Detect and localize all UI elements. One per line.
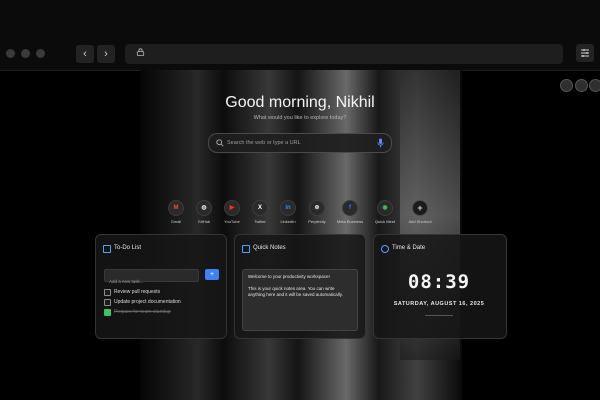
search-bar[interactable]: [208, 133, 392, 153]
meet-icon: ◉: [377, 200, 393, 216]
youtube-glyph: ▶: [229, 205, 235, 211]
shortcut-quick-meet[interactable]: ◉ Quick Meet: [368, 200, 402, 224]
time-display: 08:39: [407, 271, 471, 293]
github-glyph: ◍: [201, 205, 207, 211]
facebook-glyph: f: [349, 205, 351, 211]
search-icon: [216, 139, 224, 147]
youtube-icon: ▶: [224, 200, 240, 216]
lock-icon: [136, 48, 145, 56]
todo-item-text: Review pull requests: [114, 289, 161, 295]
notes-card: Quick Notes Welcome to your productivity…: [234, 234, 366, 339]
datetime-card: Time & Date 08:39 SATURDAY, AUGUST 16, 2…: [373, 234, 507, 339]
todo-item-text: Prepare for team standup: [114, 309, 171, 315]
shortcut-label: Quick Meet: [374, 219, 396, 224]
date-display: SATURDAY, AUGUST 16, 2025: [393, 301, 485, 307]
chevron-left-icon: ‹: [83, 48, 87, 60]
checklist-icon: [103, 245, 111, 253]
clock-icon: [381, 245, 389, 253]
gmail-glyph: M: [173, 205, 179, 211]
shortcut-add[interactable]: + Add Shortcut: [403, 200, 437, 224]
twitter-x-icon: X: [252, 200, 268, 216]
github-icon: ◍: [196, 200, 212, 216]
search-input[interactable]: [227, 137, 372, 148]
divider: [425, 315, 453, 316]
todo-checkbox[interactable]: [104, 289, 111, 296]
settings-menu-button[interactable]: [576, 44, 594, 62]
shortcut-perplexity[interactable]: ⊛ Perplexity: [300, 200, 334, 224]
shortcut-label: Add Shortcut: [408, 219, 432, 224]
greeting-heading: Good morning, Nikhil: [225, 94, 375, 111]
todo-add-button[interactable]: +: [205, 269, 219, 280]
todo-checkbox[interactable]: [104, 299, 111, 306]
todo-item-text: Update project documentation: [114, 299, 181, 305]
plus-icon: +: [412, 200, 428, 216]
shortcut-label: Perplexity: [308, 219, 326, 224]
back-button[interactable]: ‹: [76, 45, 94, 63]
perplexity-glyph: ⊛: [314, 205, 320, 211]
refresh-icon[interactable]: [589, 79, 600, 92]
datetime-title: Time & Date: [392, 245, 426, 251]
notes-textarea[interactable]: Welcome to your productivity workspace! …: [242, 269, 358, 331]
gmail-icon: M: [168, 200, 184, 216]
perplexity-icon: ⊛: [309, 200, 325, 216]
facebook-icon: f: [342, 200, 358, 216]
todo-card: To-Do List + Review pull requests Update…: [95, 234, 227, 339]
plus-glyph: +: [417, 203, 423, 213]
twitter-glyph: X: [257, 205, 262, 211]
settings-icon[interactable]: [560, 79, 573, 92]
linkedin-glyph: in: [285, 205, 291, 211]
todo-checkbox[interactable]: [104, 309, 111, 316]
todo-input-wrapper: [104, 269, 199, 287]
browser-toolbar: ‹ ›: [0, 0, 600, 71]
notes-title: Quick Notes: [253, 245, 286, 251]
greeting-subtitle: What would you like to explore today?: [253, 115, 347, 121]
meet-glyph: ◉: [382, 205, 388, 211]
notes-line: This is your quick notes area. You can w…: [248, 286, 343, 297]
address-bar[interactable]: [125, 44, 563, 64]
shortcut-meta-business[interactable]: f Meta Business: [333, 200, 367, 224]
todo-title: To-Do List: [114, 245, 142, 251]
sliders-icon: [581, 49, 589, 57]
note-icon: [242, 245, 250, 253]
forward-button[interactable]: ›: [97, 45, 115, 63]
chevron-right-icon: ›: [104, 48, 108, 60]
window-minimize-dot[interactable]: [21, 49, 30, 58]
todo-input[interactable]: [105, 276, 197, 287]
shortcut-label: Meta Business: [336, 219, 364, 224]
mic-icon[interactable]: [377, 138, 384, 148]
window-close-dot[interactable]: [6, 49, 15, 58]
window-maximize-dot[interactable]: [36, 49, 45, 58]
linkedin-icon: in: [280, 200, 296, 216]
globe-icon[interactable]: [575, 79, 588, 92]
